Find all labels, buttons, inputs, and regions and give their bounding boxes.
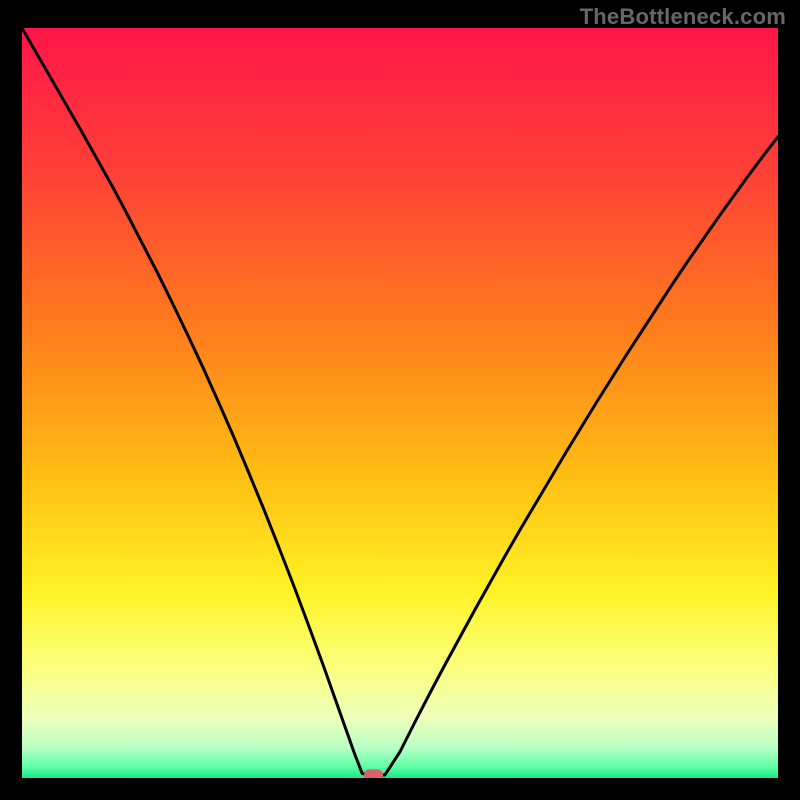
watermark-text: TheBottleneck.com [580, 4, 786, 30]
optimal-marker [364, 769, 383, 778]
bottleneck-chart [22, 28, 778, 778]
chart-background [22, 28, 778, 778]
